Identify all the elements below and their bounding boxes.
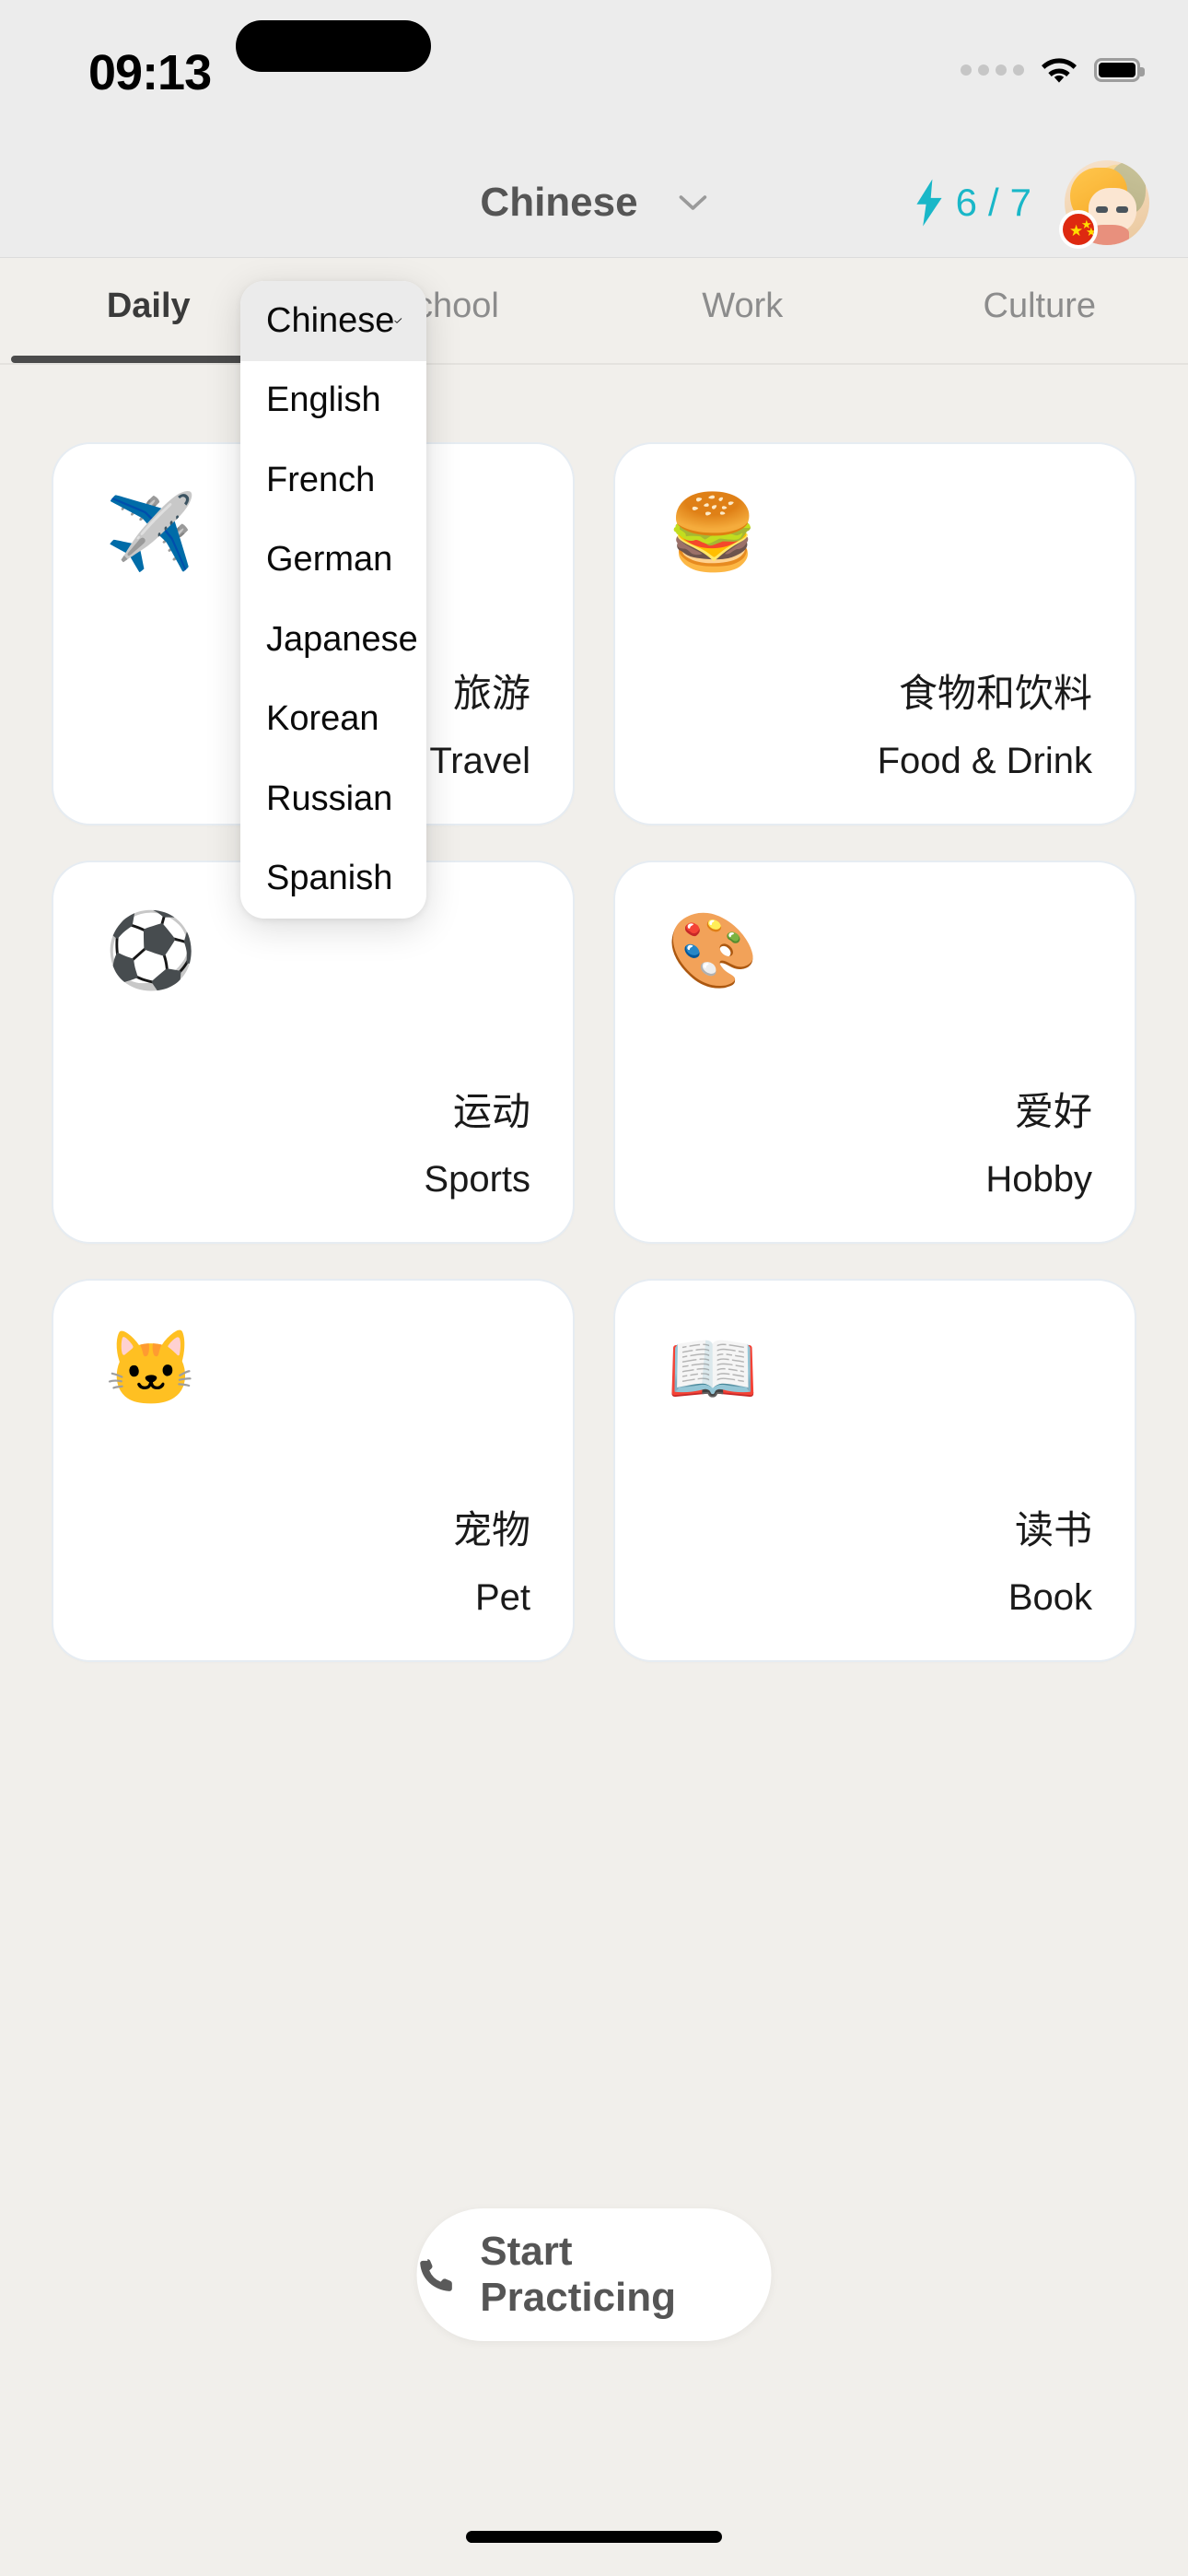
category-card-hobby[interactable]: 🎨 爱好 Hobby	[613, 861, 1136, 1244]
category-native-label: 食物和饮料	[898, 671, 1092, 715]
language-option-label: English	[266, 381, 381, 420]
category-latin-label: Book	[1007, 1577, 1092, 1618]
category-latin-label: Food & Drink	[877, 741, 1092, 781]
status-bar: 09:13	[0, 0, 1188, 147]
language-option-chinese[interactable]: Chinese	[240, 281, 426, 361]
signal-dots-icon	[961, 64, 1024, 76]
tab-label: Work	[702, 287, 784, 325]
tab-label: Daily	[106, 287, 191, 325]
check-icon	[394, 318, 402, 323]
category-latin-label: Sports	[424, 1159, 530, 1200]
status-bar-time: 09:13	[88, 45, 212, 100]
language-option-label: Russian	[266, 779, 393, 818]
category-latin-label: Pet	[474, 1577, 530, 1618]
streak-counter[interactable]: 6 / 7	[914, 179, 1031, 227]
avatar[interactable]: ★ ★ ★	[1059, 159, 1149, 249]
nav-bar: Chinese 6 / 7 ★ ★ ★	[0, 147, 1188, 258]
hamburger-icon: 🍔	[667, 491, 759, 573]
category-native-label: 读书	[1014, 1507, 1092, 1551]
dynamic-island	[236, 20, 431, 72]
open-book-icon: 📖	[667, 1328, 759, 1410]
language-option-english[interactable]: English	[240, 361, 426, 441]
home-indicator[interactable]	[466, 2531, 722, 2543]
language-option-french[interactable]: French	[240, 440, 426, 521]
category-native-label: 运动	[452, 1089, 530, 1133]
status-bar-indicators	[961, 48, 1145, 92]
soccer-ball-icon: ⚽	[105, 909, 197, 991]
streak-current: 6	[955, 180, 977, 224]
language-option-label: Spanish	[266, 859, 393, 898]
china-flag-badge: ★ ★ ★	[1059, 209, 1098, 249]
category-card-book[interactable]: 📖 读书 Book	[613, 1279, 1136, 1662]
artist-palette-icon: 🎨	[667, 909, 759, 991]
category-card-food-drink[interactable]: 🍔 食物和饮料 Food & Drink	[613, 442, 1136, 825]
language-option-label: Korean	[266, 699, 379, 739]
tab-label: Culture	[983, 287, 1097, 325]
category-native-label: 宠物	[452, 1507, 530, 1551]
tab-work[interactable]: Work	[594, 259, 891, 363]
language-option-label: Chinese	[266, 300, 395, 340]
start-practicing-label: Start Practicing	[480, 2229, 677, 2320]
tab-culture[interactable]: Culture	[891, 259, 1188, 363]
streak-total: 7	[1009, 180, 1031, 224]
category-card-pet[interactable]: 🐱 宠物 Pet	[52, 1279, 575, 1662]
category-grid: ✈️ 旅游 Travel 🍔 食物和饮料 Food & Drink ⚽ 运动 S…	[0, 442, 1188, 1662]
selected-language-label: Chinese	[480, 179, 638, 225]
wifi-icon	[1042, 58, 1077, 83]
language-option-label: Japanese	[266, 619, 418, 659]
category-native-label: 爱好	[1014, 1089, 1092, 1133]
language-selector-button[interactable]: Chinese	[480, 180, 707, 226]
category-latin-label: Hobby	[985, 1159, 1092, 1200]
app-screen: 09:13 Chinese 6 / 7 ★ ★ ★ Daily School W…	[0, 0, 1188, 2576]
language-option-spanish[interactable]: Spanish	[240, 839, 426, 919]
language-option-german[interactable]: German	[240, 521, 426, 601]
language-option-label: German	[266, 540, 393, 580]
lightning-bolt-icon	[916, 179, 942, 226]
battery-icon	[1094, 58, 1145, 82]
language-option-japanese[interactable]: Japanese	[240, 600, 426, 680]
language-dropdown-menu[interactable]: Chinese English French German Japanese K…	[240, 281, 426, 919]
cat-face-icon: 🐱	[105, 1328, 197, 1410]
start-practicing-button[interactable]: Start Practicing	[416, 2208, 772, 2341]
language-option-label: French	[266, 460, 376, 499]
language-option-russian[interactable]: Russian	[240, 759, 426, 839]
category-tab-bar: Daily School Work Culture	[0, 259, 1188, 365]
language-option-korean[interactable]: Korean	[240, 680, 426, 760]
phone-icon	[420, 2259, 452, 2291]
streak-separator: /	[987, 180, 999, 224]
chevron-down-icon	[679, 194, 707, 210]
